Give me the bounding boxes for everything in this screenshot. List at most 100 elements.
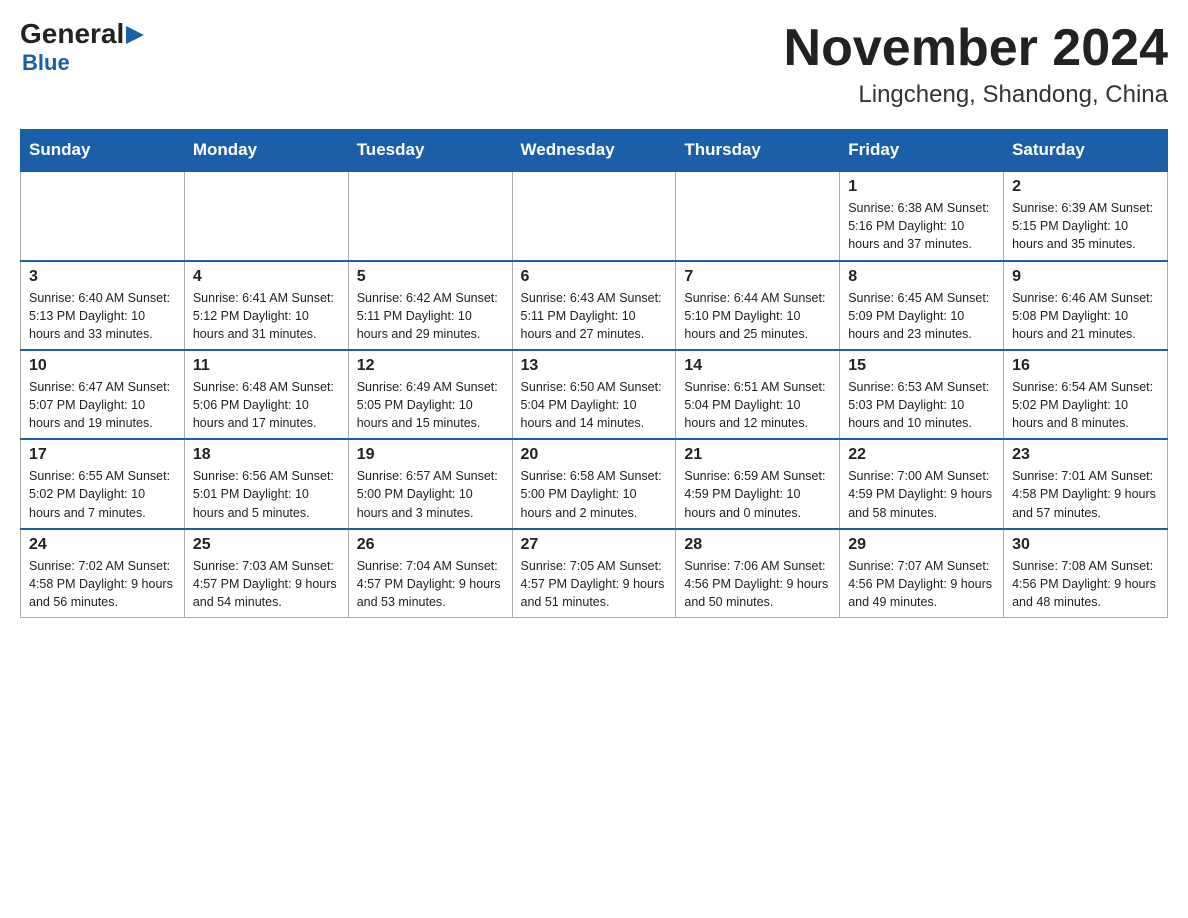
day-number: 4 [193, 268, 340, 286]
day-number: 21 [684, 446, 831, 464]
calendar-cell: 3 Sunrise: 6:40 AM Sunset: 5:13 PM Daylig… [21, 261, 185, 350]
day-info: Sunrise: 6:39 AM Sunset: 5:15 PM Dayligh… [1012, 199, 1159, 253]
calendar-header-saturday: Saturday [1004, 130, 1168, 172]
calendar-cell: 24Sunrise: 7:02 AM Sunset: 4:58 PM Dayli… [21, 529, 185, 618]
day-number: 10 [29, 357, 176, 375]
day-info: Sunrise: 7:08 AM Sunset: 4:56 PM Dayligh… [1012, 557, 1159, 611]
day-info: Sunrise: 6:59 AM Sunset: 4:59 PM Dayligh… [684, 467, 831, 521]
calendar-cell: 27 Sunrise: 7:05 AM Sunset: 4:57 PM Dayli… [512, 529, 676, 618]
calendar-cell: 22 Sunrise: 7:00 AM Sunset: 4:59 PM Dayli… [840, 439, 1004, 528]
calendar-week-row: 3 Sunrise: 6:40 AM Sunset: 5:13 PM Daylig… [21, 261, 1168, 350]
day-info: Sunrise: 7:04 AM Sunset: 4:57 PM Dayligh… [357, 557, 504, 611]
day-number: 30 [1012, 536, 1159, 554]
calendar-header-sunday: Sunday [21, 130, 185, 172]
calendar-header-monday: Monday [184, 130, 348, 172]
day-number: 2 [1012, 178, 1159, 196]
calendar-week-row: 17 Sunrise: 6:55 AM Sunset: 5:02 PM Dayli… [21, 439, 1168, 528]
calendar-header-friday: Friday [840, 130, 1004, 172]
calendar-cell [676, 171, 840, 260]
day-info: Sunrise: 6:44 AM Sunset: 5:10 PM Dayligh… [684, 289, 831, 343]
day-info: Sunrise: 6:51 AM Sunset: 5:04 PM Dayligh… [684, 378, 831, 432]
calendar-cell: 5Sunrise: 6:42 AM Sunset: 5:11 PM Daylig… [348, 261, 512, 350]
day-number: 13 [521, 357, 668, 375]
calendar-week-row: 10 Sunrise: 6:47 AM Sunset: 5:07 PM Dayli… [21, 350, 1168, 439]
day-info: Sunrise: 6:40 AM Sunset: 5:13 PM Dayligh… [29, 289, 176, 343]
calendar-cell: 18 Sunrise: 6:56 AM Sunset: 5:01 PM Dayli… [184, 439, 348, 528]
calendar-cell [348, 171, 512, 260]
day-info: Sunrise: 7:00 AM Sunset: 4:59 PM Dayligh… [848, 467, 995, 521]
day-number: 23 [1012, 446, 1159, 464]
day-info: Sunrise: 6:42 AM Sunset: 5:11 PM Dayligh… [357, 289, 504, 343]
day-info: Sunrise: 6:49 AM Sunset: 5:05 PM Dayligh… [357, 378, 504, 432]
day-info: Sunrise: 7:01 AM Sunset: 4:58 PM Dayligh… [1012, 467, 1159, 521]
calendar-cell: 1Sunrise: 6:38 AM Sunset: 5:16 PM Daylig… [840, 171, 1004, 260]
day-number: 3 [29, 268, 176, 286]
day-number: 11 [193, 357, 340, 375]
calendar-week-row: 1Sunrise: 6:38 AM Sunset: 5:16 PM Daylig… [21, 171, 1168, 260]
day-info: Sunrise: 6:53 AM Sunset: 5:03 PM Dayligh… [848, 378, 995, 432]
day-number: 9 [1012, 268, 1159, 286]
calendar-week-row: 24Sunrise: 7:02 AM Sunset: 4:58 PM Dayli… [21, 529, 1168, 618]
logo: General Blue [20, 20, 144, 76]
day-info: Sunrise: 6:47 AM Sunset: 5:07 PM Dayligh… [29, 378, 176, 432]
logo-general: General [20, 20, 124, 48]
day-info: Sunrise: 6:50 AM Sunset: 5:04 PM Dayligh… [521, 378, 668, 432]
calendar-cell: 26 Sunrise: 7:04 AM Sunset: 4:57 PM Dayli… [348, 529, 512, 618]
day-info: Sunrise: 6:48 AM Sunset: 5:06 PM Dayligh… [193, 378, 340, 432]
day-info: Sunrise: 7:03 AM Sunset: 4:57 PM Dayligh… [193, 557, 340, 611]
calendar-cell: 2 Sunrise: 6:39 AM Sunset: 5:15 PM Daylig… [1004, 171, 1168, 260]
calendar-cell: 10 Sunrise: 6:47 AM Sunset: 5:07 PM Dayli… [21, 350, 185, 439]
calendar-cell: 15 Sunrise: 6:53 AM Sunset: 5:03 PM Dayli… [840, 350, 1004, 439]
calendar-cell: 25Sunrise: 7:03 AM Sunset: 4:57 PM Dayli… [184, 529, 348, 618]
calendar-cell: 7 Sunrise: 6:44 AM Sunset: 5:10 PM Daylig… [676, 261, 840, 350]
calendar-cell [21, 171, 185, 260]
day-number: 24 [29, 536, 176, 554]
logo-blue: Blue [20, 50, 70, 76]
calendar-cell [184, 171, 348, 260]
calendar-cell: 16 Sunrise: 6:54 AM Sunset: 5:02 PM Dayli… [1004, 350, 1168, 439]
day-info: Sunrise: 6:38 AM Sunset: 5:16 PM Dayligh… [848, 199, 995, 253]
day-info: Sunrise: 6:56 AM Sunset: 5:01 PM Dayligh… [193, 467, 340, 521]
day-number: 26 [357, 536, 504, 554]
calendar-header-thursday: Thursday [676, 130, 840, 172]
day-info: Sunrise: 7:05 AM Sunset: 4:57 PM Dayligh… [521, 557, 668, 611]
day-info: Sunrise: 6:54 AM Sunset: 5:02 PM Dayligh… [1012, 378, 1159, 432]
logo-triangle-icon [126, 26, 144, 44]
calendar-cell: 4 Sunrise: 6:41 AM Sunset: 5:12 PM Daylig… [184, 261, 348, 350]
title-block: November 2024 Lingcheng, Shandong, China [784, 20, 1168, 109]
calendar-subtitle: Lingcheng, Shandong, China [784, 81, 1168, 109]
calendar-cell: 20Sunrise: 6:58 AM Sunset: 5:00 PM Dayli… [512, 439, 676, 528]
day-number: 29 [848, 536, 995, 554]
day-number: 17 [29, 446, 176, 464]
day-number: 19 [357, 446, 504, 464]
calendar-cell: 11 Sunrise: 6:48 AM Sunset: 5:06 PM Dayli… [184, 350, 348, 439]
day-info: Sunrise: 6:41 AM Sunset: 5:12 PM Dayligh… [193, 289, 340, 343]
calendar-cell: 14 Sunrise: 6:51 AM Sunset: 5:04 PM Dayli… [676, 350, 840, 439]
day-info: Sunrise: 6:55 AM Sunset: 5:02 PM Dayligh… [29, 467, 176, 521]
day-number: 8 [848, 268, 995, 286]
day-number: 18 [193, 446, 340, 464]
day-number: 16 [1012, 357, 1159, 375]
day-info: Sunrise: 6:58 AM Sunset: 5:00 PM Dayligh… [521, 467, 668, 521]
calendar-cell: 28Sunrise: 7:06 AM Sunset: 4:56 PM Dayli… [676, 529, 840, 618]
calendar-cell: 17 Sunrise: 6:55 AM Sunset: 5:02 PM Dayli… [21, 439, 185, 528]
day-number: 22 [848, 446, 995, 464]
calendar-table: SundayMondayTuesdayWednesdayThursdayFrid… [20, 129, 1168, 618]
calendar-header-tuesday: Tuesday [348, 130, 512, 172]
day-number: 27 [521, 536, 668, 554]
day-number: 14 [684, 357, 831, 375]
calendar-header-wednesday: Wednesday [512, 130, 676, 172]
calendar-cell: 30 Sunrise: 7:08 AM Sunset: 4:56 PM Dayli… [1004, 529, 1168, 618]
calendar-cell: 9 Sunrise: 6:46 AM Sunset: 5:08 PM Daylig… [1004, 261, 1168, 350]
day-number: 15 [848, 357, 995, 375]
calendar-header-row: SundayMondayTuesdayWednesdayThursdayFrid… [21, 130, 1168, 172]
day-info: Sunrise: 7:07 AM Sunset: 4:56 PM Dayligh… [848, 557, 995, 611]
day-info: Sunrise: 6:57 AM Sunset: 5:00 PM Dayligh… [357, 467, 504, 521]
calendar-cell: 23 Sunrise: 7:01 AM Sunset: 4:58 PM Dayli… [1004, 439, 1168, 528]
day-number: 12 [357, 357, 504, 375]
day-number: 6 [521, 268, 668, 286]
day-number: 7 [684, 268, 831, 286]
day-info: Sunrise: 6:46 AM Sunset: 5:08 PM Dayligh… [1012, 289, 1159, 343]
calendar-cell: 6Sunrise: 6:43 AM Sunset: 5:11 PM Daylig… [512, 261, 676, 350]
calendar-cell: 29 Sunrise: 7:07 AM Sunset: 4:56 PM Dayli… [840, 529, 1004, 618]
